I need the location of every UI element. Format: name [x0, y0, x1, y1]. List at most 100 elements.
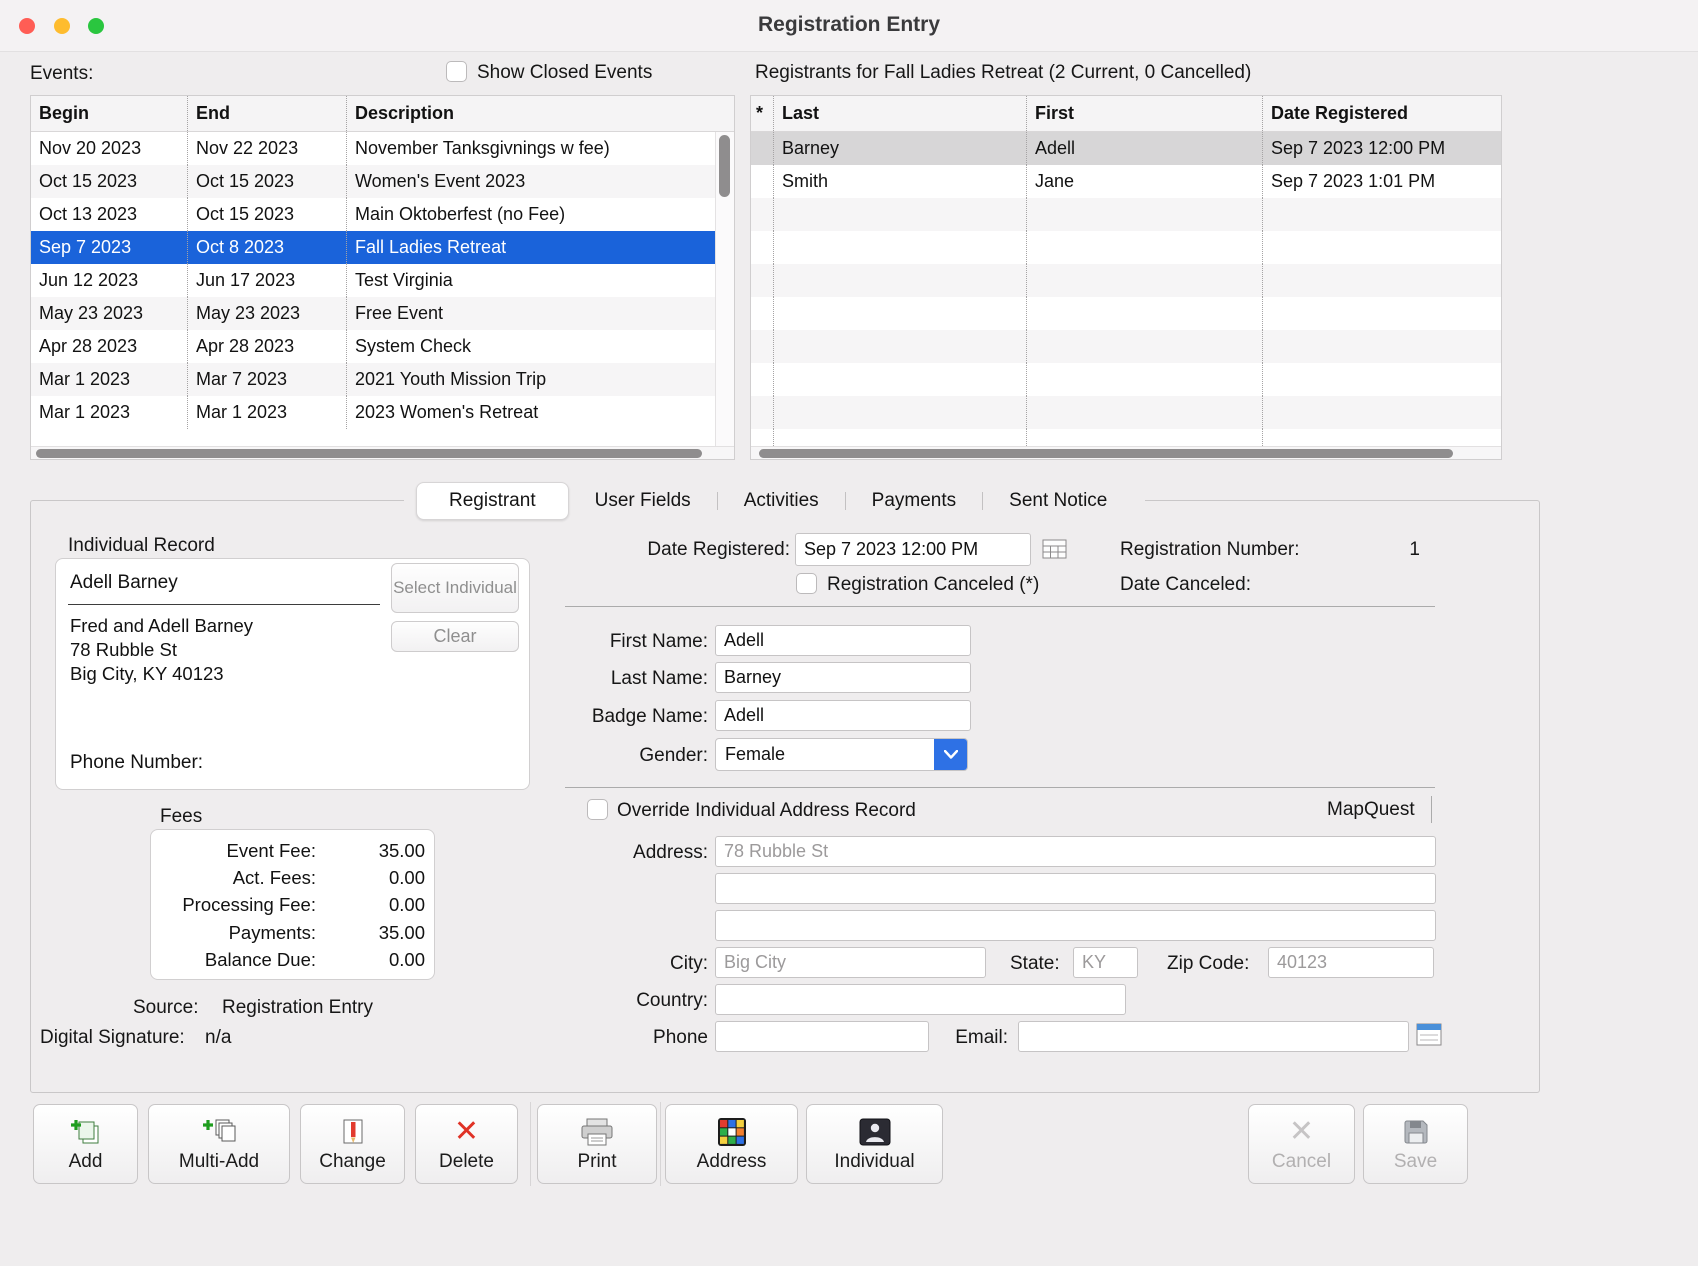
state-label: State:	[1010, 953, 1060, 975]
column-header-end: End	[187, 96, 346, 131]
fee-row: Event Fee: 35.00	[151, 837, 434, 864]
cell-begin: Mar 1 2023	[31, 363, 187, 396]
address-line2-input[interactable]	[715, 873, 1436, 904]
city-input[interactable]	[715, 947, 986, 978]
tab-sent-notice[interactable]: Sent Notice	[983, 483, 1133, 519]
event-row[interactable]: Oct 13 2023 Oct 15 2023 Main Oktoberfest…	[31, 198, 715, 231]
individual-button[interactable]: Individual	[806, 1104, 943, 1184]
individual-icon	[859, 1116, 891, 1148]
override-address-checkbox[interactable]	[587, 799, 608, 820]
print-button[interactable]: Print	[537, 1104, 657, 1184]
chevron-down-icon	[934, 739, 967, 770]
registration-canceled-label: Registration Canceled (*)	[827, 574, 1039, 596]
event-row[interactable]: May 23 2023 May 23 2023 Free Event	[31, 297, 715, 330]
cell-begin: Mar 1 2023	[31, 396, 187, 429]
badge-name-input[interactable]	[715, 700, 971, 731]
multi-add-icon	[200, 1116, 238, 1148]
calendar-icon[interactable]	[1041, 537, 1069, 566]
email-input[interactable]	[1018, 1021, 1409, 1052]
events-vertical-scrollbar-thumb[interactable]	[719, 135, 730, 197]
change-button[interactable]: Change	[300, 1104, 405, 1184]
divider	[565, 787, 1435, 788]
fee-value: 0.00	[316, 894, 434, 916]
event-row[interactable]: Apr 28 2023 Apr 28 2023 System Check	[31, 330, 715, 363]
address-line1-input[interactable]	[715, 836, 1436, 867]
gender-label: Gender:	[508, 745, 708, 767]
divider	[565, 606, 1435, 607]
cell-end: May 23 2023	[187, 297, 346, 330]
address-button[interactable]: Address	[665, 1104, 798, 1184]
event-row[interactable]: Nov 20 2023 Nov 22 2023 November Tanksgi…	[31, 132, 715, 165]
event-row[interactable]: Mar 1 2023 Mar 1 2023 2023 Women's Retre…	[31, 396, 715, 429]
cell-end: Jun 17 2023	[187, 264, 346, 297]
save-icon	[1402, 1116, 1430, 1148]
clear-button[interactable]: Clear	[391, 621, 519, 652]
registrant-row-selected[interactable]: Barney Adell Sep 7 2023 12:00 PM	[751, 132, 1501, 165]
empty-row	[751, 231, 1501, 264]
zip-code-label: Zip Code:	[1167, 953, 1249, 975]
tab-registrant[interactable]: Registrant	[416, 482, 569, 520]
zip-code-input[interactable]	[1268, 947, 1434, 978]
select-individual-button[interactable]: Select Individual	[391, 563, 519, 613]
cell-star	[751, 132, 773, 165]
cell-begin: Jun 12 2023	[31, 264, 187, 297]
registrant-row[interactable]: Smith Jane Sep 7 2023 1:01 PM	[751, 165, 1501, 198]
toolbar-separator	[530, 1102, 531, 1186]
fee-row: Balance Due: 0.00	[151, 947, 434, 974]
fee-row: Processing Fee: 0.00	[151, 892, 434, 919]
empty-row	[751, 198, 1501, 231]
registrants-horizontal-scrollbar-thumb[interactable]	[759, 449, 1453, 458]
delete-button[interactable]: ✕ Delete	[415, 1104, 518, 1184]
cell-end: Apr 28 2023	[187, 330, 346, 363]
events-label: Events:	[30, 63, 93, 85]
first-name-input[interactable]	[715, 625, 971, 656]
events-horizontal-scrollbar[interactable]	[31, 446, 734, 459]
registrants-horizontal-scrollbar[interactable]	[751, 446, 1501, 459]
last-name-input[interactable]	[715, 662, 971, 693]
fee-label: Payments:	[151, 922, 316, 944]
tab-activities[interactable]: Activities	[718, 483, 845, 519]
fee-value: 0.00	[316, 867, 434, 889]
column-header-date-registered: Date Registered	[1262, 96, 1501, 131]
country-input[interactable]	[715, 984, 1126, 1015]
event-row[interactable]: Oct 15 2023 Oct 15 2023 Women's Event 20…	[31, 165, 715, 198]
individual-record-box: Adell Barney Fred and Adell Barney 78 Ru…	[55, 558, 530, 790]
registration-canceled-checkbox[interactable]	[796, 573, 817, 594]
tab-user-fields[interactable]: User Fields	[569, 483, 717, 519]
state-input[interactable]	[1073, 947, 1138, 978]
cell-end: Mar 1 2023	[187, 396, 346, 429]
event-row-selected[interactable]: Sep 7 2023 Oct 8 2023 Fall Ladies Retrea…	[31, 231, 715, 264]
window-title: Registration Entry	[0, 13, 1698, 37]
cell-first: Jane	[1026, 165, 1262, 198]
source-label: Source:	[133, 997, 198, 1019]
fee-value: 0.00	[316, 949, 434, 971]
first-name-label: First Name:	[508, 631, 708, 653]
cell-first: Adell	[1026, 132, 1262, 165]
cell-description: System Check	[346, 330, 715, 363]
multi-add-button[interactable]: Multi-Add	[148, 1104, 290, 1184]
cancel-icon: ✕	[1289, 1116, 1314, 1148]
cell-date: Sep 7 2023 12:00 PM	[1262, 132, 1501, 165]
email-lookup-icon[interactable]	[1416, 1022, 1442, 1053]
events-horizontal-scrollbar-thumb[interactable]	[36, 449, 702, 458]
phone-label: Phone	[508, 1027, 708, 1049]
cancel-button[interactable]: ✕ Cancel	[1248, 1104, 1355, 1184]
phone-input[interactable]	[715, 1021, 929, 1052]
empty-row	[751, 363, 1501, 396]
address-line3-input[interactable]	[715, 910, 1436, 941]
event-row[interactable]: Jun 12 2023 Jun 17 2023 Test Virginia	[31, 264, 715, 297]
events-table-header: Begin End Description	[31, 96, 734, 132]
show-closed-events-checkbox[interactable]	[446, 61, 467, 82]
event-row[interactable]: Mar 1 2023 Mar 7 2023 2021 Youth Mission…	[31, 363, 715, 396]
individual-phone-label: Phone Number:	[70, 752, 203, 774]
title-bar: Registration Entry	[0, 0, 1698, 52]
cell-begin: Apr 28 2023	[31, 330, 187, 363]
tab-payments[interactable]: Payments	[846, 483, 982, 519]
address-label: Address:	[508, 842, 708, 864]
mapquest-button[interactable]: MapQuest	[1327, 799, 1415, 821]
date-registered-input[interactable]	[795, 533, 1031, 566]
gender-select[interactable]: Female	[715, 738, 968, 771]
save-button[interactable]: Save	[1363, 1104, 1468, 1184]
add-button[interactable]: Add	[33, 1104, 138, 1184]
events-vertical-scrollbar[interactable]	[715, 132, 734, 446]
